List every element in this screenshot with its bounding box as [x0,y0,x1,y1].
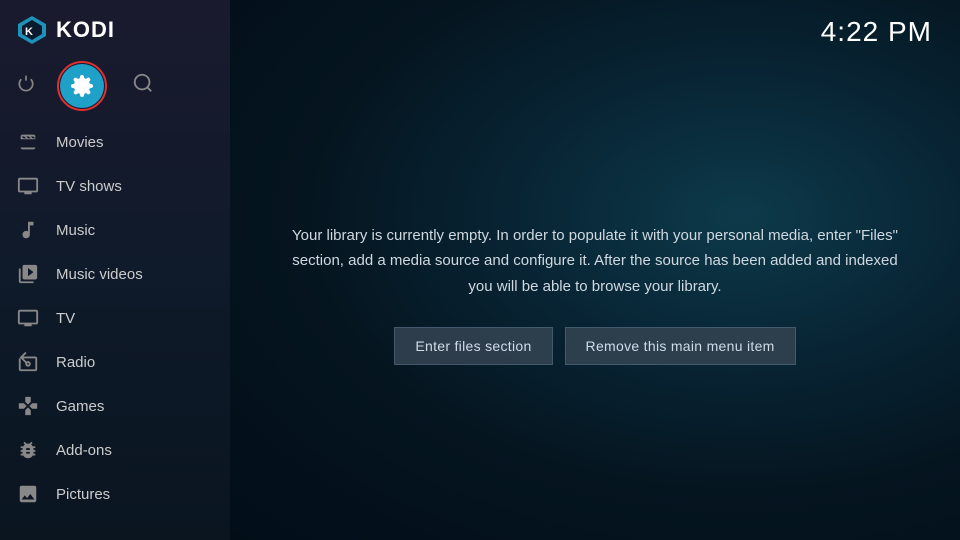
search-icon[interactable] [132,72,154,100]
sidebar-header: K KODI [0,0,230,56]
kodi-logo-icon: K [16,14,48,46]
sidebar: K KODI [0,0,230,540]
main-header: 4:22 PM [230,0,960,48]
music-icon [16,218,40,242]
sidebar-item-music[interactable]: Music [0,208,230,252]
gear-icon [70,74,94,98]
svg-text:K: K [25,26,33,38]
tv-icon [16,306,40,330]
tvshows-label: TV shows [56,178,122,195]
sidebar-item-tv[interactable]: TV [0,296,230,340]
settings-button[interactable] [60,64,104,108]
nav-menu: Movies TV shows Music Music videos TV [0,120,230,540]
tv-label: TV [56,310,75,327]
musicvideos-label: Music videos [56,266,143,283]
power-icon[interactable] [16,74,36,99]
sidebar-item-musicvideos[interactable]: Music videos [0,252,230,296]
radio-icon [16,350,40,374]
games-icon [16,394,40,418]
settings-icon-wrapper [60,64,104,108]
pictures-icon [16,482,40,506]
clock-display: 4:22 PM [821,16,932,48]
sidebar-item-movies[interactable]: Movies [0,120,230,164]
remove-menu-item-button[interactable]: Remove this main menu item [565,327,796,365]
main-content-area: 4:22 PM Your library is currently empty.… [230,0,960,540]
enter-files-button[interactable]: Enter files section [394,327,552,365]
games-label: Games [56,398,104,415]
sidebar-item-tvshows[interactable]: TV shows [0,164,230,208]
action-buttons-group: Enter files section Remove this main men… [394,327,795,365]
sidebar-item-addons[interactable]: Add-ons [0,428,230,472]
musicvideos-icon [16,262,40,286]
movies-label: Movies [56,134,104,151]
music-label: Music [56,222,95,239]
movies-icon [16,130,40,154]
tvshows-icon [16,174,40,198]
top-icons-bar [0,56,230,120]
sidebar-item-radio[interactable]: Radio [0,340,230,384]
addons-label: Add-ons [56,442,112,459]
sidebar-item-pictures[interactable]: Pictures [0,472,230,516]
library-empty-message: Your library is currently empty. In orde… [290,223,900,300]
sidebar-item-games[interactable]: Games [0,384,230,428]
radio-label: Radio [56,354,95,371]
app-title: KODI [56,17,115,43]
pictures-label: Pictures [56,486,110,503]
main-content: Your library is currently empty. In orde… [230,48,960,540]
addons-icon [16,438,40,462]
